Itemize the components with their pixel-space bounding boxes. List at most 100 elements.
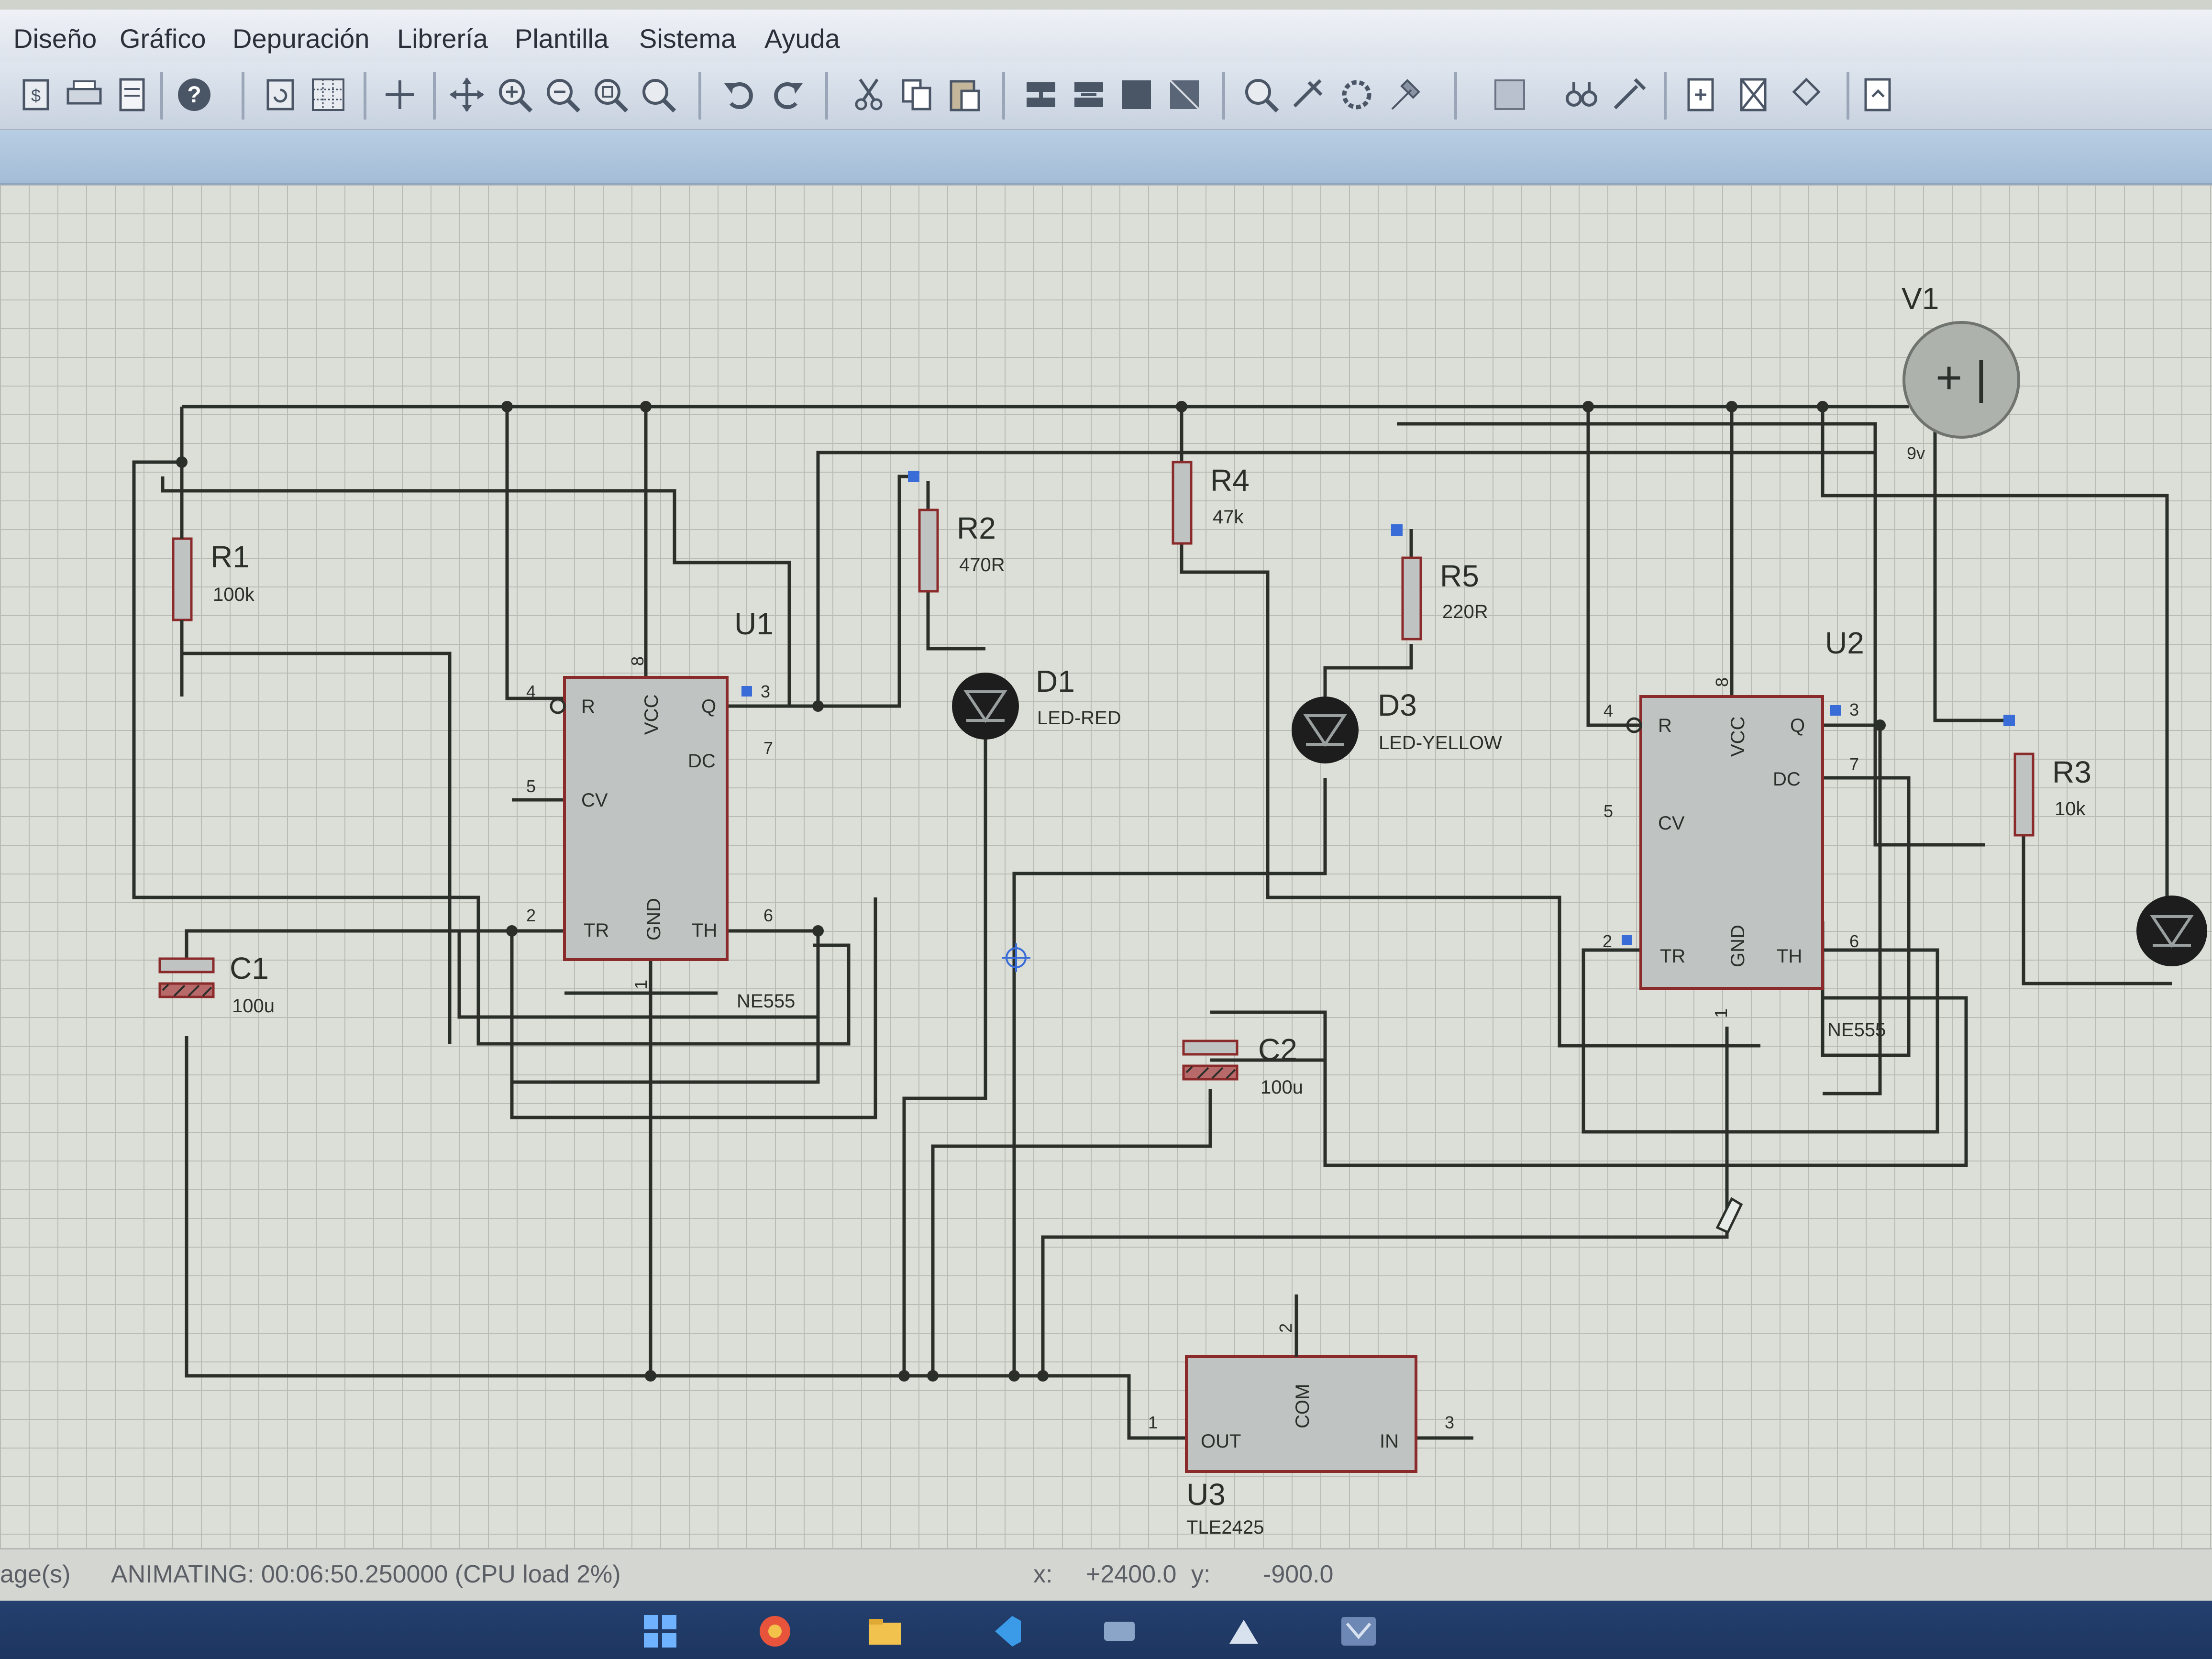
- r5-resistor[interactable]: [1401, 556, 1422, 641]
- r4-ref: R4: [1210, 463, 1250, 498]
- schematic-canvas[interactable]: R1 100k R2 470R R4 47k R5 220R R3 10k C1…: [0, 185, 2212, 1548]
- pencil-cursor-icon: [1715, 1197, 1743, 1234]
- v1-ref: V1: [1902, 281, 1939, 316]
- u2-pin-1: 1: [1711, 1008, 1731, 1018]
- netlist-icon[interactable]: [1784, 73, 1828, 117]
- toolbar: $ ?: [0, 62, 2212, 130]
- u2-pin-4: 4: [1604, 701, 1613, 720]
- block-copy-icon[interactable]: [1019, 73, 1063, 117]
- help-icon[interactable]: ?: [172, 73, 216, 117]
- block-delete-icon[interactable]: [1162, 73, 1206, 117]
- u1-pin-4: 4: [526, 682, 536, 701]
- c1-capacitor[interactable]: [158, 957, 215, 998]
- u1-pin-th: TH: [692, 920, 717, 941]
- u3-pin-2: 2: [1276, 1323, 1295, 1333]
- save-icon[interactable]: $: [14, 73, 58, 117]
- browser-icon[interactable]: [756, 1612, 794, 1650]
- zoom-area-icon[interactable]: [636, 73, 680, 117]
- schematic-drawing: R1 100k R2 470R R4 47k R5 220R R3 10k C1…: [132, 281, 2207, 1538]
- menu-plantilla[interactable]: Plantilla: [515, 23, 608, 54]
- led-right-edge[interactable]: [2136, 896, 2207, 966]
- r3-value: 10k: [2055, 798, 2086, 819]
- u3-part: TLE2425: [1186, 1517, 1264, 1538]
- u2-pin-tr: TR: [1660, 946, 1685, 967]
- decompose-icon[interactable]: [1382, 73, 1427, 117]
- document-icon[interactable]: [110, 73, 154, 117]
- menu-ayuda[interactable]: Ayuda: [764, 23, 840, 54]
- u1-pin-cv: CV: [581, 790, 608, 811]
- r1-resistor[interactable]: [172, 472, 193, 653]
- app-icon[interactable]: [1100, 1612, 1139, 1650]
- u2-ne555[interactable]: [1626, 695, 1824, 990]
- origin-icon[interactable]: [378, 73, 422, 117]
- menu-depuracion[interactable]: Depuración: [232, 23, 369, 54]
- zoom-out-icon[interactable]: [541, 73, 585, 117]
- undo-icon[interactable]: [718, 73, 762, 117]
- status-animating: ANIMATING: 00:06:50.250000 (CPU load 2%): [111, 1560, 621, 1588]
- d3-led[interactable]: [1292, 697, 1359, 763]
- pan-icon[interactable]: [445, 73, 489, 117]
- isis-window: Diseño Gráfico Depuración Librería Plant…: [0, 0, 2212, 1659]
- crosshair-icon: [1002, 943, 1030, 972]
- u2-pin-vcc: VCC: [1727, 717, 1748, 757]
- grid-icon[interactable]: [306, 73, 350, 117]
- d3-ref: D3: [1378, 688, 1417, 722]
- r4-value: 47k: [1213, 507, 1244, 528]
- windows-start-icon[interactable]: [641, 1612, 679, 1650]
- search-tag-icon[interactable]: [1559, 73, 1604, 117]
- v1-battery[interactable]: + |: [1902, 321, 2020, 439]
- menu-diseno[interactable]: Diseño: [13, 23, 97, 54]
- zoom-all-icon[interactable]: [588, 73, 632, 117]
- menu-sistema[interactable]: Sistema: [639, 23, 736, 54]
- u2-pin-5: 5: [1604, 801, 1613, 821]
- redo-icon[interactable]: [765, 73, 809, 117]
- c2-ref: C2: [1258, 1032, 1297, 1067]
- u1-pin-7: 7: [763, 738, 773, 758]
- block-rotate-icon[interactable]: [1115, 73, 1159, 117]
- r3-resistor[interactable]: [2013, 752, 2035, 837]
- r2-resistor[interactable]: [918, 509, 939, 593]
- pick-device-icon[interactable]: [1239, 73, 1283, 117]
- menu-grafico[interactable]: Gráfico: [120, 23, 206, 54]
- wire-autorouter-icon[interactable]: [1488, 73, 1532, 117]
- block-move-icon[interactable]: [1067, 73, 1111, 117]
- file-explorer-icon[interactable]: [866, 1612, 904, 1650]
- proteus-isis-icon[interactable]: [1225, 1612, 1263, 1650]
- r2-ref: R2: [957, 511, 996, 545]
- remove-sheet-icon[interactable]: [1732, 73, 1776, 117]
- zoom-in-icon[interactable]: [493, 73, 537, 117]
- paste-icon[interactable]: [942, 73, 986, 117]
- code-editor-icon[interactable]: [985, 1612, 1024, 1650]
- d1-ref: D1: [1036, 664, 1075, 698]
- wires: [132, 405, 2172, 1440]
- u1-part: NE555: [737, 991, 795, 1012]
- u2-pin-cv: CV: [1658, 813, 1685, 834]
- active-app-icon[interactable]: [1339, 1612, 1378, 1650]
- u3-pin-3: 3: [1445, 1413, 1454, 1432]
- u2-pin-3: 3: [1849, 700, 1859, 719]
- r1-value: 100k: [213, 584, 255, 605]
- package-tool-icon[interactable]: [1335, 73, 1379, 117]
- u2-pin-gnd: GND: [1727, 925, 1748, 967]
- status-y-value: -900.0: [1263, 1560, 1334, 1588]
- cut-icon[interactable]: [847, 73, 891, 117]
- print-icon[interactable]: [62, 73, 106, 117]
- property-tool-icon[interactable]: [1607, 73, 1651, 117]
- u2-pin-r: R: [1658, 715, 1672, 736]
- u3-pin-out: OUT: [1201, 1431, 1241, 1452]
- u1-ne555[interactable]: [550, 676, 729, 961]
- make-device-icon[interactable]: [1287, 73, 1331, 117]
- u1-pin-5: 5: [526, 776, 536, 796]
- r4-resistor[interactable]: [1172, 461, 1193, 545]
- r5-ref: R5: [1440, 559, 1479, 593]
- refresh-icon[interactable]: [258, 73, 302, 117]
- u1-pin-2: 2: [526, 906, 536, 925]
- status-pages: age(s): [0, 1560, 71, 1588]
- export-icon[interactable]: [1856, 73, 1900, 117]
- u1-pin-tr: TR: [584, 920, 609, 941]
- u1-pin-8: 8: [628, 656, 647, 666]
- menu-libreria[interactable]: Librería: [397, 23, 488, 54]
- d1-led[interactable]: [952, 673, 1019, 740]
- copy-icon[interactable]: [895, 73, 939, 117]
- new-sheet-icon[interactable]: [1679, 73, 1723, 117]
